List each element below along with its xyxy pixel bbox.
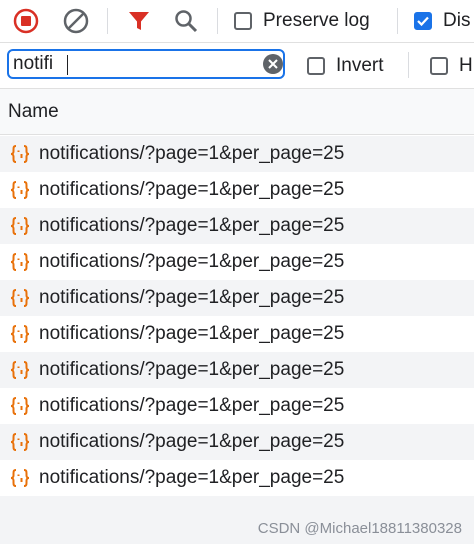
network-toolbar: Preserve log Dis: [0, 0, 474, 43]
invert-label: Invert: [336, 55, 384, 76]
xhr-braces-icon: [9, 179, 31, 201]
preserve-log-checkbox[interactable]: Preserve log: [234, 10, 370, 32]
invert-checkbox[interactable]: Invert: [307, 55, 384, 77]
request-name: notifications/?page=1&per_page=25: [39, 215, 345, 236]
table-row[interactable]: notifications/?page=1&per_page=25: [0, 352, 474, 388]
hide-box[interactable]: [430, 57, 448, 75]
table-row[interactable]: notifications/?page=1&per_page=25: [0, 316, 474, 352]
xhr-braces-icon: [9, 359, 31, 381]
xhr-braces-icon: [9, 431, 31, 453]
filter-funnel-icon[interactable]: [123, 5, 155, 37]
checkmark-icon: [417, 16, 429, 27]
filter-bar: Invert H: [0, 43, 474, 89]
request-name: notifications/?page=1&per_page=25: [39, 359, 345, 380]
toolbar-divider: [107, 8, 108, 34]
hide-data-urls-checkbox[interactable]: H: [430, 55, 473, 77]
request-name: notifications/?page=1&per_page=25: [39, 287, 345, 308]
table-row[interactable]: notifications/?page=1&per_page=25: [0, 172, 474, 208]
request-list: notifications/?page=1&per_page=25notific…: [0, 136, 474, 496]
preserve-log-label: Preserve log: [263, 10, 370, 31]
record-stop-icon[interactable]: [10, 5, 42, 37]
table-row[interactable]: notifications/?page=1&per_page=25: [0, 388, 474, 424]
xhr-braces-icon: [9, 323, 31, 345]
filter-divider: [408, 52, 409, 78]
preserve-log-box[interactable]: [234, 12, 252, 30]
xhr-braces-icon: [9, 467, 31, 489]
search-icon[interactable]: [170, 5, 202, 37]
disable-cache-checkbox[interactable]: Dis: [414, 10, 470, 32]
toolbar-divider: [397, 8, 398, 34]
request-name: notifications/?page=1&per_page=25: [39, 467, 345, 488]
table-row[interactable]: notifications/?page=1&per_page=25: [0, 424, 474, 460]
xhr-braces-icon: [9, 395, 31, 417]
clear-filter-icon[interactable]: [263, 54, 283, 74]
request-name: notifications/?page=1&per_page=25: [39, 323, 345, 344]
disable-cache-box[interactable]: [414, 12, 432, 30]
request-name: notifications/?page=1&per_page=25: [39, 143, 345, 164]
xhr-braces-icon: [9, 287, 31, 309]
text-caret: [67, 55, 68, 75]
xhr-braces-icon: [9, 215, 31, 237]
table-row[interactable]: notifications/?page=1&per_page=25: [0, 244, 474, 280]
request-name: notifications/?page=1&per_page=25: [39, 395, 345, 416]
table-row[interactable]: notifications/?page=1&per_page=25: [0, 460, 474, 496]
invert-box[interactable]: [307, 57, 325, 75]
table-row[interactable]: notifications/?page=1&per_page=25: [0, 280, 474, 316]
table-row[interactable]: notifications/?page=1&per_page=25: [0, 208, 474, 244]
clear-circle-icon[interactable]: [60, 5, 92, 37]
column-header-name[interactable]: Name: [8, 101, 59, 123]
request-name: notifications/?page=1&per_page=25: [39, 179, 345, 200]
xhr-braces-icon: [9, 251, 31, 273]
disable-cache-label: Dis: [443, 10, 471, 31]
filter-input-box[interactable]: [7, 49, 285, 79]
table-header: Name: [0, 89, 474, 135]
table-row[interactable]: notifications/?page=1&per_page=25: [0, 136, 474, 172]
hide-label: H: [459, 55, 473, 76]
xhr-braces-icon: [9, 143, 31, 165]
filter-input[interactable]: [13, 53, 253, 75]
watermark: CSDN @Michael18811380328: [257, 520, 462, 537]
request-name: notifications/?page=1&per_page=25: [39, 251, 345, 272]
request-name: notifications/?page=1&per_page=25: [39, 431, 345, 452]
toolbar-divider: [217, 8, 218, 34]
